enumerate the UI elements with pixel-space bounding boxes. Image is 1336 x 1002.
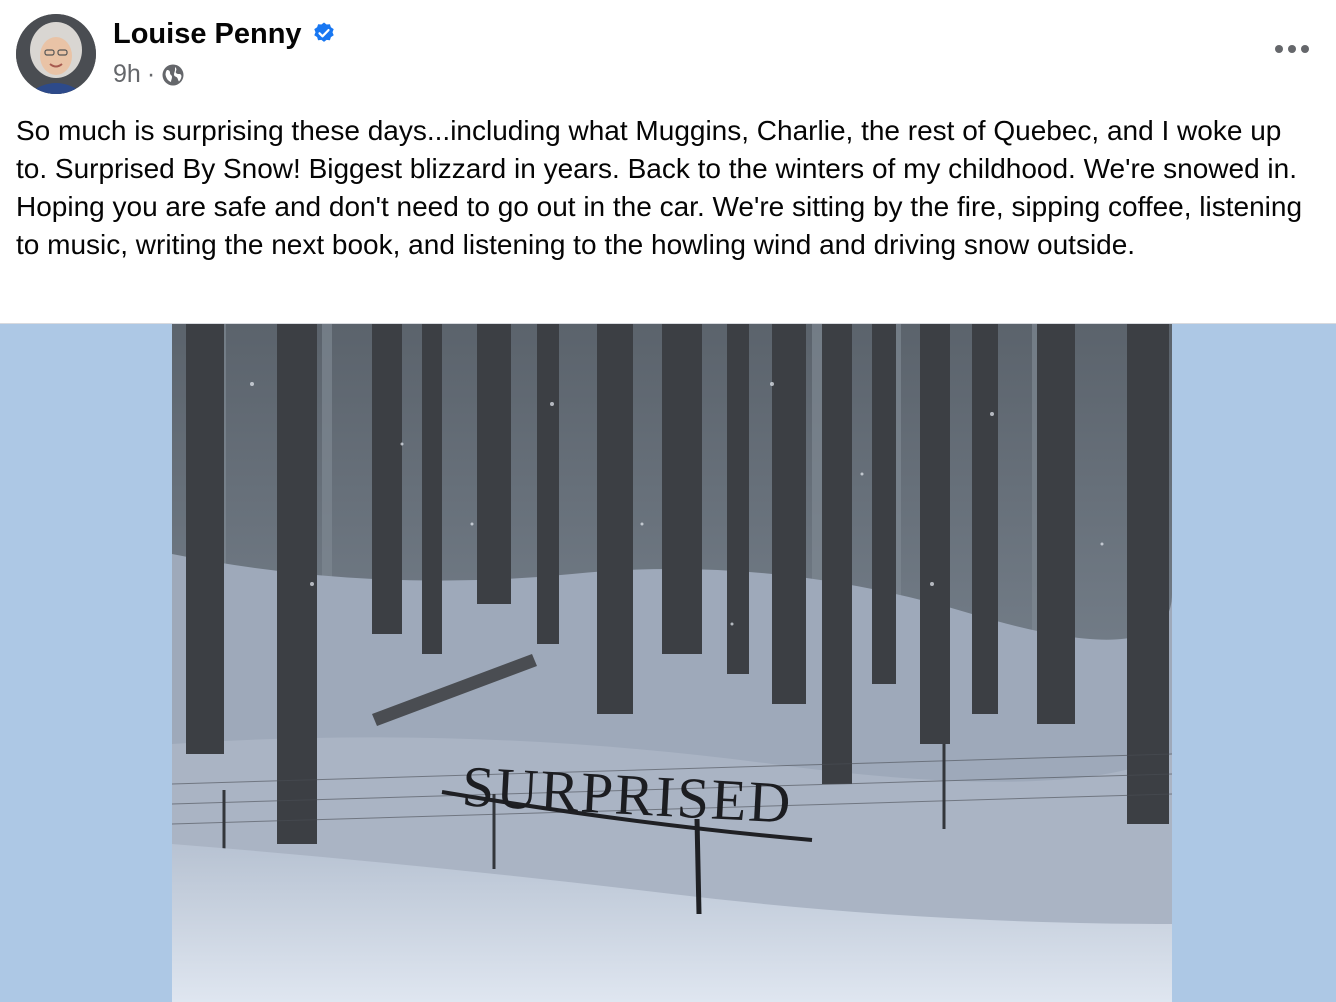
globe-icon[interactable] — [161, 63, 185, 87]
more-options-icon — [1275, 45, 1309, 53]
post-text: So much is surprising these days...inclu… — [16, 115, 1303, 260]
author-name[interactable]: Louise Penny — [113, 16, 302, 52]
meta-separator: · — [146, 59, 156, 88]
post-media[interactable]: SURPRISED — [0, 324, 1336, 1002]
verified-badge-icon — [314, 22, 334, 42]
timestamp[interactable]: 9h — [113, 60, 141, 89]
post-photo[interactable]: SURPRISED — [172, 324, 1172, 1002]
more-options-button[interactable] — [1268, 32, 1316, 66]
post-meta: 9h · — [113, 60, 185, 88]
post-header: Louise Penny 9h · — [0, 0, 1336, 110]
avatar[interactable] — [16, 14, 96, 94]
